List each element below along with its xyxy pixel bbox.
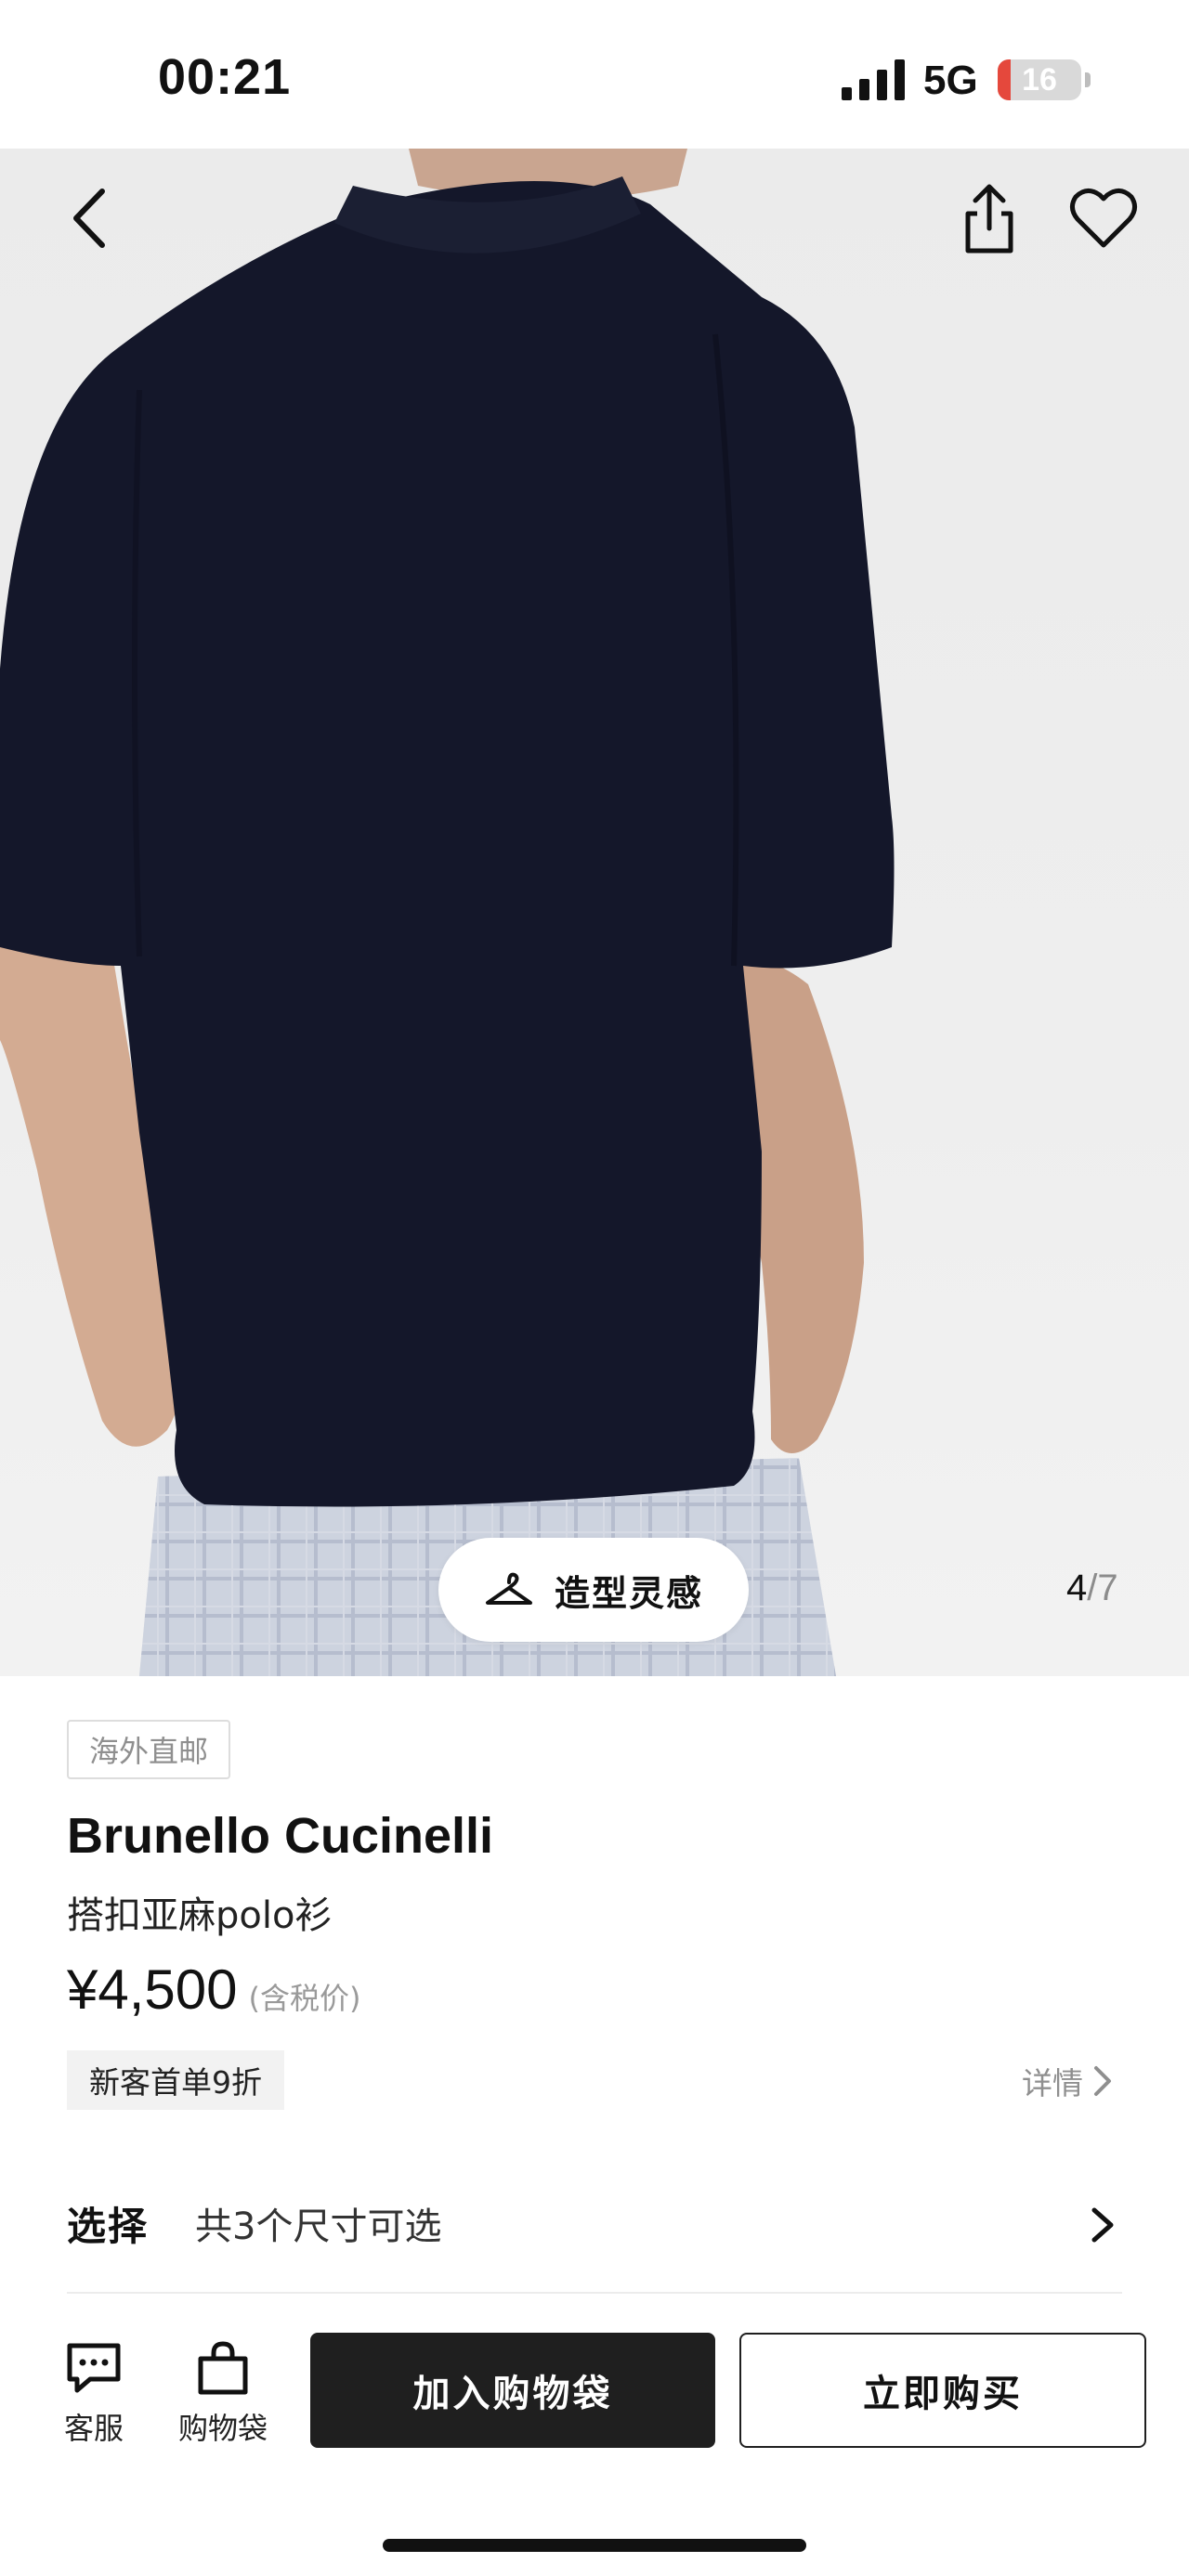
chevron-left-icon[interactable] [58, 176, 123, 260]
network-type: 5G [923, 58, 978, 103]
signal-bars-icon [842, 59, 905, 100]
chevron-right-icon [1094, 2066, 1111, 2096]
details-label: 详情 [1022, 2065, 1083, 2101]
select-label: 选择 [67, 2203, 150, 2249]
image-counter-current: 4 [1066, 1568, 1088, 1608]
style-inspiration-button[interactable]: 造型灵感 [438, 1538, 749, 1642]
chevron-right-icon [1091, 2207, 1114, 2243]
customer-service-label: 客服 [63, 2411, 124, 2446]
battery-level: 16 [1022, 62, 1057, 98]
size-options-summary: 共3个尺寸可选 [195, 2205, 442, 2248]
style-inspiration-label: 造型灵感 [554, 1572, 703, 1614]
image-counter-separator: / [1087, 1568, 1098, 1608]
add-to-bag-button[interactable]: 加入购物袋 [310, 2333, 715, 2448]
product-photo [0, 149, 895, 1676]
price-row: ¥4,500 (含税价) [67, 1958, 361, 2022]
shopping-bag-icon [198, 2341, 248, 2395]
share-icon[interactable] [957, 176, 1022, 260]
tax-note: (含税价) [248, 1981, 361, 2016]
image-counter: 4/7 [1066, 1568, 1118, 1609]
battery-indicator: 16 [998, 59, 1081, 100]
shopping-bag-label: 购物袋 [177, 2411, 268, 2446]
price: ¥4,500 [67, 1958, 238, 2021]
heart-outline-icon[interactable] [1066, 182, 1141, 256]
promo-details-link[interactable]: 详情 [1022, 2056, 1115, 2106]
hanger-icon [485, 1572, 532, 1605]
status-time: 00:21 [158, 49, 292, 105]
shopping-bag-button[interactable]: 购物袋 [173, 2340, 273, 2448]
divider [67, 2292, 1122, 2294]
home-indicator[interactable] [383, 2539, 806, 2552]
chat-bubble-icon [67, 2343, 121, 2393]
size-select-row[interactable]: 选择 共3个尺寸可选 [67, 2177, 1122, 2270]
customer-service-button[interactable]: 客服 [58, 2340, 130, 2448]
battery-cap [1085, 72, 1091, 87]
promo-badge: 新客首单9折 [67, 2050, 284, 2110]
product-image-carousel[interactable]: 造型灵感 4/7 [0, 149, 1189, 1676]
status-bar: 00:21 5G 16 [0, 0, 1189, 149]
buy-now-button[interactable]: 立即购买 [739, 2333, 1146, 2448]
brand-name[interactable]: Brunello Cucinelli [67, 1807, 493, 1865]
product-name: 搭扣亚麻polo衫 [67, 1894, 333, 1937]
overseas-shipping-tag: 海外直邮 [67, 1720, 231, 1779]
image-counter-total: 7 [1097, 1568, 1118, 1608]
